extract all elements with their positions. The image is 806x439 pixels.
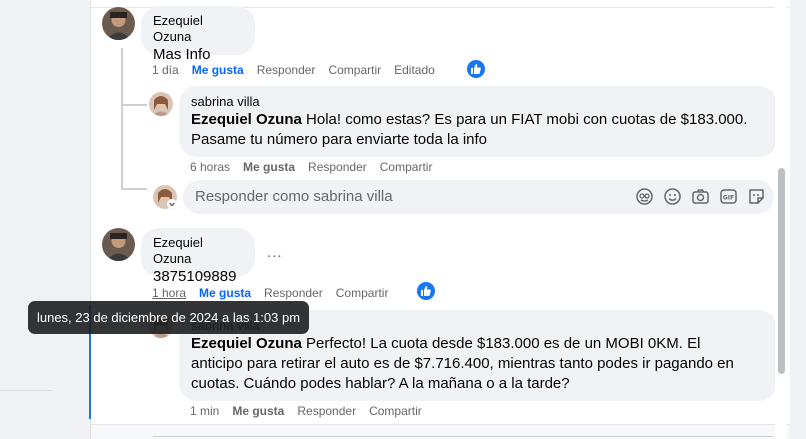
- comment-text-line: Hola! como estas? Es para un FIAT mobi c…: [301, 111, 748, 128]
- timestamp-link[interactable]: 1 min: [190, 404, 219, 418]
- reply-avatar[interactable]: [153, 185, 177, 209]
- mention-link[interactable]: Ezequiel Ozuna: [191, 111, 302, 128]
- camera-icon[interactable]: [691, 187, 710, 206]
- comment-text: 3875109889: [153, 268, 237, 285]
- like-reaction-icon[interactable]: [417, 282, 435, 300]
- avatar[interactable]: [102, 7, 135, 40]
- svg-text:GIF: GIF: [723, 195, 734, 202]
- reply-button[interactable]: Responder: [264, 286, 323, 300]
- comment-bubble: Ezequiel Ozuna 3875109889: [141, 228, 255, 285]
- share-button[interactable]: Compartir: [369, 404, 422, 418]
- edited-label: Editado: [394, 63, 435, 77]
- like-button[interactable]: Me gusta: [232, 404, 284, 418]
- timestamp-link[interactable]: 6 horas: [190, 160, 230, 174]
- more-options-button[interactable]: ...: [267, 244, 283, 261]
- like-reaction-icon[interactable]: [467, 60, 485, 78]
- mention-link[interactable]: Ezequiel Ozuna: [191, 335, 302, 352]
- reply-placeholder: Responder como sabrina villa: [195, 188, 393, 205]
- like-button[interactable]: Me gusta: [192, 63, 244, 77]
- scrollbar-thumb[interactable]: [778, 168, 785, 374]
- reply-input[interactable]: Responder como sabrina villa GIF: [183, 180, 774, 214]
- sidebar-divider: [0, 390, 52, 391]
- left-sidebar-area: [0, 0, 90, 439]
- like-button[interactable]: Me gusta: [243, 160, 295, 174]
- reply-button[interactable]: Responder: [308, 160, 367, 174]
- thread-line-vertical: [121, 48, 123, 190]
- comment-text: Ezequiel Ozuna Hola! como estas? Es para…: [191, 110, 765, 130]
- comment-author[interactable]: Ezequiel Ozuna: [153, 235, 243, 267]
- emoji-icon[interactable]: [663, 187, 682, 206]
- comment-actions: 1 min Me gusta Responder Compartir: [190, 403, 435, 419]
- like-button[interactable]: Me gusta: [199, 286, 251, 300]
- comment-text-line: anticipo para retirar el auto es de $7.7…: [191, 355, 734, 372]
- reply-toolbar: GIF: [635, 187, 766, 206]
- comments-panel: Ezequiel Ozuna Mas Info 1 día Me gusta Res…: [90, 0, 790, 439]
- thread-line-branch: [121, 188, 147, 190]
- comment-bubble: sabrina villa Ezequiel Ozuna Hola! como …: [179, 86, 777, 157]
- timestamp-link[interactable]: 1 día: [152, 63, 179, 77]
- share-button[interactable]: Compartir: [380, 160, 433, 174]
- comment-author[interactable]: Ezequiel Ozuna: [153, 13, 243, 45]
- comment-text-line: Perfecto! La cuota desde $183.000 es de …: [301, 335, 701, 352]
- share-button[interactable]: Compartir: [336, 286, 389, 300]
- reply-button[interactable]: Responder: [297, 404, 356, 418]
- comment-text: Ezequiel Ozuna Perfecto! La cuota desde …: [191, 334, 765, 354]
- sticker-icon[interactable]: [747, 187, 766, 206]
- comment-text-line: Pasame tu número para enviarte toda la i…: [191, 131, 488, 148]
- avatar-sticker-icon[interactable]: [635, 187, 654, 206]
- timestamp-tooltip: lunes, 23 de diciembre de 2024 a las 1:0…: [28, 301, 309, 334]
- page-background-right: [790, 0, 806, 439]
- share-button[interactable]: Compartir: [328, 63, 381, 77]
- avatar[interactable]: [149, 92, 173, 116]
- avatar[interactable]: [102, 228, 135, 261]
- comment-actions: 1 hora Me gusta Responder Compartir: [152, 285, 401, 301]
- comment-author[interactable]: sabrina villa: [191, 94, 765, 110]
- thread-line-branch: [121, 104, 147, 106]
- comment-actions: 6 horas Me gusta Responder Compartir: [190, 159, 445, 175]
- comment-text-line: cuotas. Cuándo podes hablar? A la mañana…: [191, 375, 570, 392]
- comment-bubble: Ezequiel Ozuna Mas Info: [141, 6, 255, 63]
- timestamp-link[interactable]: 1 hora: [152, 286, 186, 300]
- gif-icon[interactable]: GIF: [719, 187, 738, 206]
- reply-button[interactable]: Responder: [257, 63, 316, 77]
- comment-actions: 1 día Me gusta Responder Compartir Editado: [152, 62, 448, 78]
